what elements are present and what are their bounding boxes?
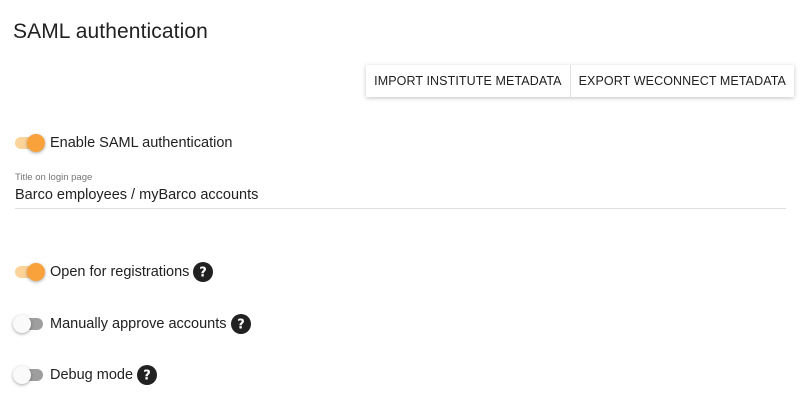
manual-approve-row: Manually approve accounts ? [13, 312, 251, 336]
enable-saml-row: Enable SAML authentication [13, 131, 232, 155]
debug-mode-row: Debug mode ? [13, 363, 158, 387]
toggle-thumb [13, 366, 31, 384]
enable-saml-toggle[interactable] [13, 133, 45, 153]
import-institute-metadata-button[interactable]: IMPORT INSTITUTE METADATA [366, 65, 570, 97]
svg-text:?: ? [143, 369, 151, 384]
help-circle-icon[interactable]: ? [137, 365, 158, 385]
saml-settings-page: SAML authentication IMPORT INSTITUTE MET… [0, 0, 800, 402]
login-title-field: Title on login page [15, 172, 786, 209]
login-title-label: Title on login page [15, 172, 93, 183]
export-weconnect-metadata-button[interactable]: EXPORT WECONNECT METADATA [569, 65, 794, 97]
debug-mode-label: Debug mode [50, 367, 134, 383]
svg-text:?: ? [200, 266, 208, 281]
debug-mode-toggle[interactable] [13, 365, 45, 385]
manual-approve-label: Manually approve accounts [50, 316, 227, 332]
metadata-button-group: IMPORT INSTITUTE METADATA EXPORT WECONNE… [366, 65, 794, 97]
open-registrations-row: Open for registrations ? [13, 260, 214, 284]
page-title: SAML authentication [13, 20, 208, 43]
toggle-thumb [13, 315, 31, 333]
open-registrations-label: Open for registrations [50, 264, 190, 280]
help-circle-icon[interactable]: ? [193, 262, 214, 282]
help-circle-icon[interactable]: ? [230, 314, 251, 334]
toggle-thumb [27, 134, 45, 152]
enable-saml-label: Enable SAML authentication [50, 135, 233, 151]
svg-text:?: ? [237, 318, 245, 333]
open-registrations-toggle[interactable] [13, 262, 45, 282]
toggle-thumb [27, 263, 45, 281]
manual-approve-toggle[interactable] [13, 314, 45, 334]
login-title-input[interactable] [15, 185, 786, 205]
